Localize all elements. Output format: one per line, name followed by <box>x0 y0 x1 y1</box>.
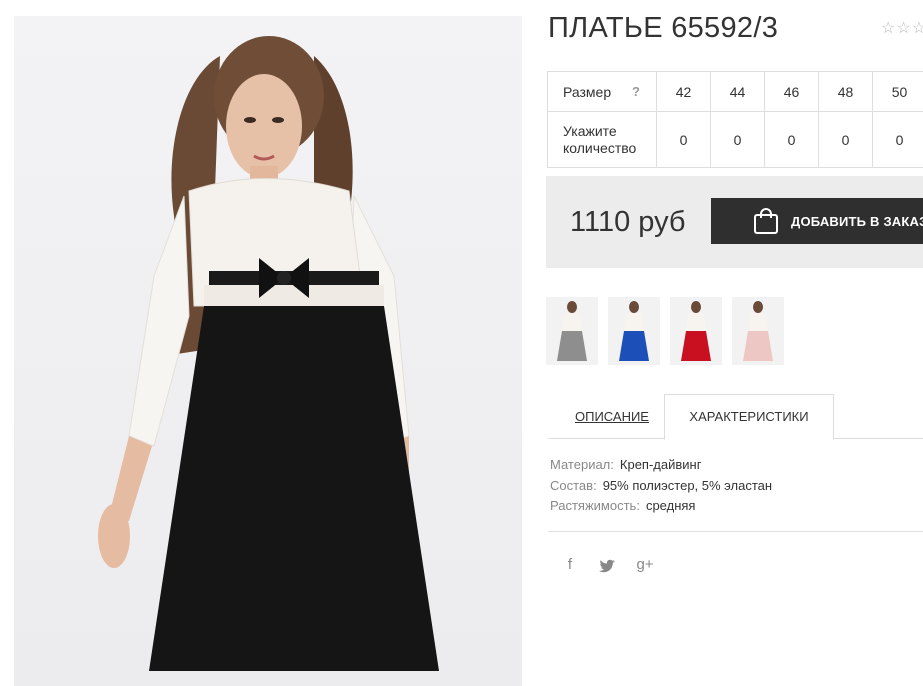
thumbnail-dress <box>557 331 587 361</box>
shopping-bag-icon <box>754 208 778 234</box>
add-to-order-button[interactable]: ДОБАВИТЬ В ЗАКАЗ <box>711 198 923 244</box>
section-divider <box>548 531 923 532</box>
product-title: ПЛАТЬЕ 65592/3 <box>548 12 779 44</box>
rating-stars-icon[interactable]: ☆☆☆ <box>881 18 923 38</box>
size-table: Размер ? 42 44 46 48 50 Укажите количест… <box>547 71 923 168</box>
size-cell: 44 <box>710 71 765 112</box>
size-cell: 48 <box>818 71 873 112</box>
add-to-order-label: ДОБАВИТЬ В ЗАКАЗ <box>791 214 923 229</box>
thumbnail-blue[interactable] <box>608 297 660 365</box>
size-label: Размер ? <box>547 71 657 112</box>
google-plus-icon[interactable]: g+ <box>635 556 655 576</box>
quantity-input[interactable]: 0 <box>764 111 819 168</box>
size-cell: 50 <box>872 71 923 112</box>
quantity-label: Укажите количество <box>547 111 657 168</box>
size-help-icon[interactable]: ? <box>632 84 640 99</box>
size-cell: 42 <box>656 71 711 112</box>
thumbnail-red[interactable] <box>670 297 722 365</box>
tab-characteristics[interactable]: ХАРАКТЕРИСТИКИ <box>664 394 834 440</box>
product-main-photo[interactable] <box>14 16 522 686</box>
quantity-input[interactable]: 0 <box>818 111 873 168</box>
quantity-input[interactable]: 0 <box>710 111 765 168</box>
facebook-icon[interactable]: f <box>560 556 580 576</box>
size-cell: 46 <box>764 71 819 112</box>
spec-row-stretch: Растяжимость: средняя <box>550 498 696 513</box>
thumbnail-grey[interactable] <box>546 297 598 365</box>
spec-row-material: Материал: Креп-дайвинг <box>550 457 702 472</box>
spec-row-composition: Состав: 95% полиэстер, 5% эластан <box>550 478 773 493</box>
price-bar: 1110 руб ДОБАВИТЬ В ЗАКАЗ <box>546 176 923 268</box>
quantity-input[interactable]: 0 <box>872 111 923 168</box>
product-price: 1110 руб <box>570 206 686 238</box>
tab-description[interactable]: ОПИСАНИЕ <box>575 409 649 424</box>
quantity-input[interactable]: 0 <box>656 111 711 168</box>
twitter-icon[interactable] <box>597 556 617 576</box>
thumbnail-pink[interactable] <box>732 297 784 365</box>
